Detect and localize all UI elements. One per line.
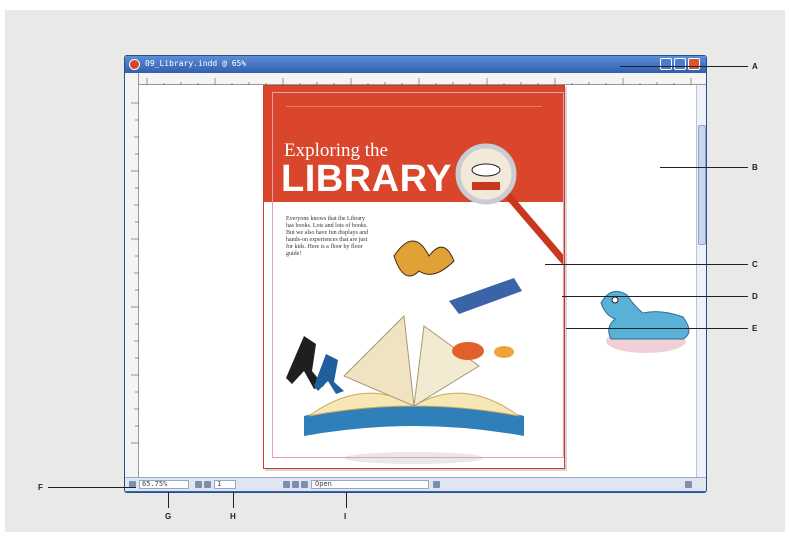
callout-label-h: H [230, 512, 236, 521]
document-title: 09_Library.indd @ 65% [145, 59, 247, 68]
document-window[interactable]: 09_Library.indd @ 65% Exploring the LIBR… [124, 55, 707, 493]
callout-label-a: A [752, 62, 758, 71]
page-number-value: 1 [217, 480, 222, 488]
callout-line-f [48, 487, 136, 488]
callout-line-g [168, 492, 169, 508]
vertical-ruler[interactable] [125, 73, 139, 477]
callout-label-e: E [752, 324, 758, 333]
vertical-scrollbar[interactable] [696, 85, 706, 477]
callout-line-c [545, 264, 748, 265]
callout-label-i: I [344, 512, 347, 521]
callout-line-e [566, 328, 748, 329]
maximize-button[interactable] [674, 58, 686, 70]
dinosaur-graphic[interactable] [591, 273, 696, 363]
bleed-guide [272, 92, 564, 458]
callout-line-d [562, 296, 748, 297]
callout-line-b [660, 167, 748, 168]
callout-label-b: B [752, 163, 758, 172]
title-bar[interactable]: 09_Library.indd @ 65% [125, 56, 706, 73]
vertical-ruler-ticks [131, 102, 139, 444]
indesign-app-icon [129, 59, 140, 70]
close-button[interactable] [688, 58, 700, 70]
minimize-button[interactable] [660, 58, 672, 70]
callout-line-h [233, 492, 234, 508]
callout-label-f: F [38, 483, 43, 492]
preflight-icon[interactable] [301, 481, 308, 488]
preflight-status-value: Open [315, 480, 332, 488]
dinosaur-eye [611, 296, 619, 304]
callout-line-a [620, 66, 748, 67]
horizontal-ruler[interactable] [139, 73, 706, 86]
callout-label-d: D [752, 292, 758, 301]
resize-grip-icon[interactable] [685, 481, 692, 488]
status-bar: 65.75% 1 Open [125, 477, 706, 491]
previous-page-icon[interactable] [204, 481, 211, 488]
callout-label-c: C [752, 260, 758, 269]
pasteboard[interactable]: Exploring the LIBRARY Everyone knows tha… [139, 85, 696, 477]
last-page-icon[interactable] [292, 481, 299, 488]
callout-line-i [346, 492, 347, 508]
preflight-menu-icon[interactable] [433, 481, 440, 488]
first-page-icon[interactable] [195, 481, 202, 488]
scrollbar-thumb[interactable] [698, 125, 706, 245]
zoom-value: 65.75% [142, 480, 168, 488]
callout-label-g: G [165, 512, 172, 521]
next-page-icon[interactable] [283, 481, 290, 488]
